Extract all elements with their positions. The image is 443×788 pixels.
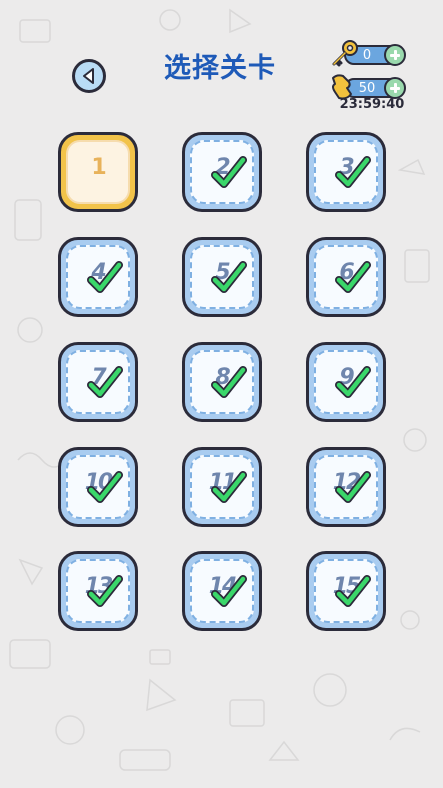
add-energy-button[interactable] (384, 77, 406, 99)
check-icon (211, 471, 247, 503)
check-icon (87, 471, 123, 503)
level-button-11[interactable]: 11 (182, 447, 262, 527)
check-icon (335, 261, 371, 293)
level-button-12[interactable]: 12 (306, 447, 386, 527)
back-button[interactable] (72, 59, 106, 93)
level-button-5[interactable]: 5 (182, 237, 262, 317)
level-button-13[interactable]: 13 (58, 551, 138, 631)
level-button-2[interactable]: 2 (182, 132, 262, 212)
check-icon (211, 575, 247, 607)
level-button-10[interactable]: 10 (58, 447, 138, 527)
level-button-8[interactable]: 8 (182, 342, 262, 422)
check-icon (211, 156, 247, 188)
check-icon (87, 575, 123, 607)
level-button-15[interactable]: 15 (306, 551, 386, 631)
check-icon (335, 575, 371, 607)
check-icon (87, 261, 123, 293)
check-icon (211, 261, 247, 293)
level-button-4[interactable]: 4 (58, 237, 138, 317)
check-icon (335, 471, 371, 503)
check-icon (87, 366, 123, 398)
level-button-7[interactable]: 7 (58, 342, 138, 422)
check-icon (335, 366, 371, 398)
check-icon (211, 366, 247, 398)
energy-timer: 23:59:40 (339, 97, 405, 112)
page-title: 选择关卡 (164, 53, 276, 84)
add-keys-button[interactable] (384, 44, 406, 66)
level-button-1[interactable]: 1 (58, 132, 138, 212)
level-button-6[interactable]: 6 (306, 237, 386, 317)
level-button-3[interactable]: 3 (306, 132, 386, 212)
level-button-9[interactable]: 9 (306, 342, 386, 422)
check-icon (335, 156, 371, 188)
level-button-14[interactable]: 14 (182, 551, 262, 631)
key-icon (332, 40, 358, 67)
back-arrow-icon (83, 68, 94, 84)
level-number: 1 (91, 155, 106, 180)
